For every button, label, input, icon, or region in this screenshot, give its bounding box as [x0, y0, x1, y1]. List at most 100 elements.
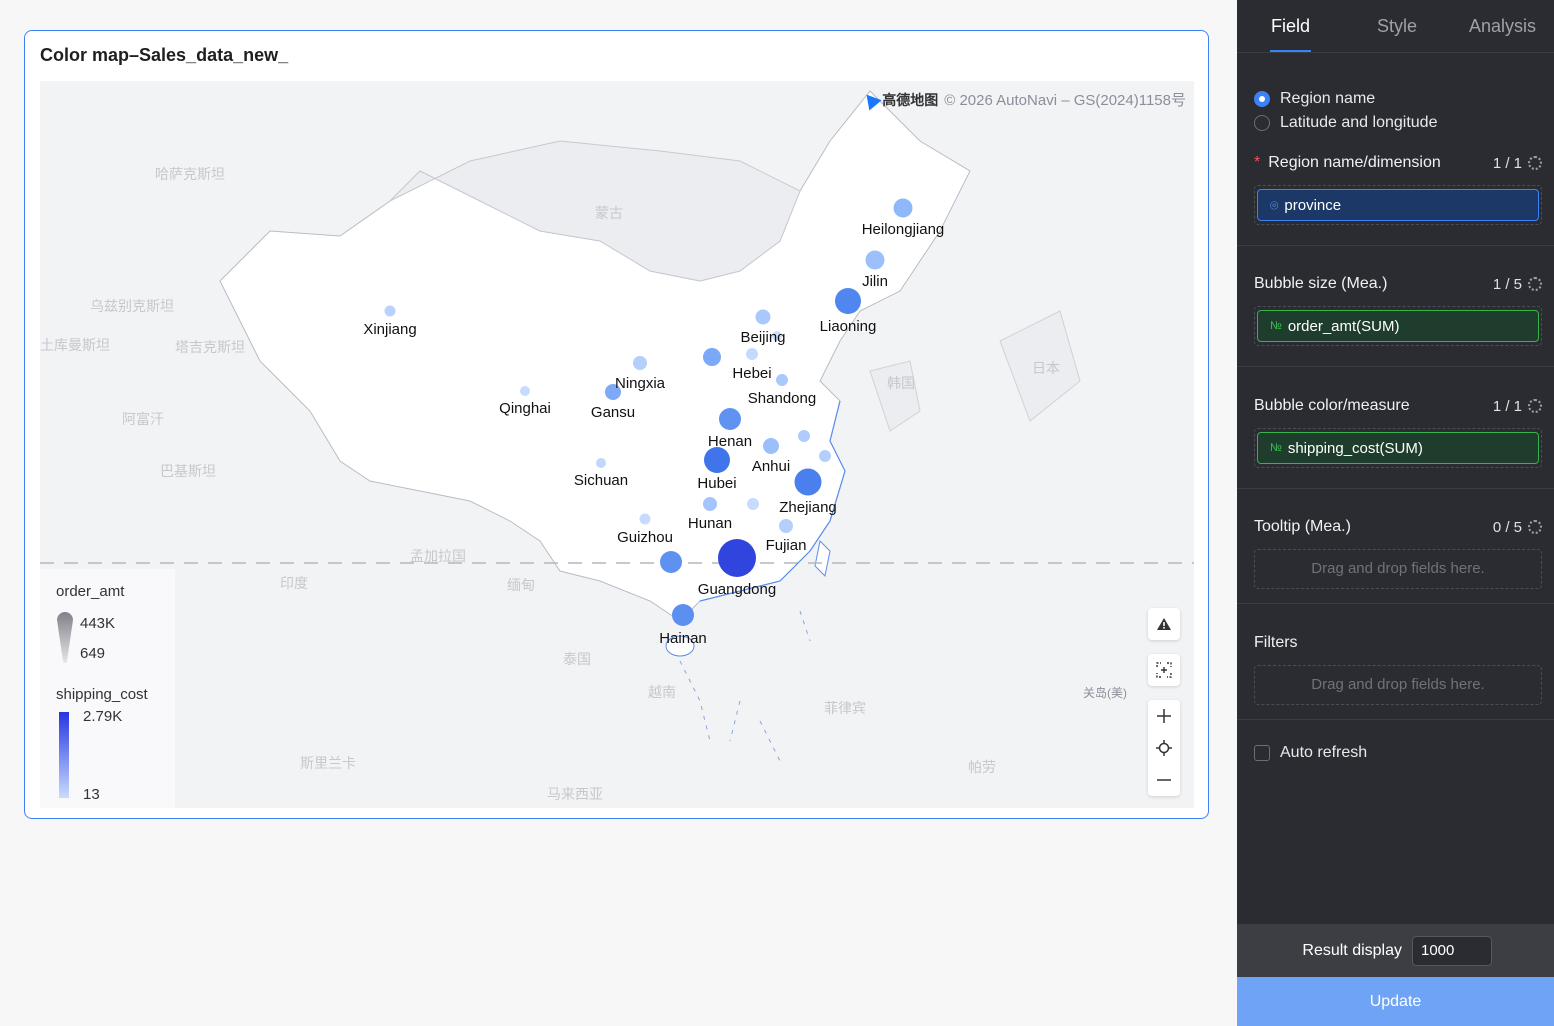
- bubble-color-count: 1 / 1: [1492, 397, 1522, 415]
- color-legend-max: 2.79K: [83, 708, 123, 725]
- map-canvas[interactable]: 高德地图 © 2026 AutoNavi – GS(2024)1158号 哈萨克…: [40, 81, 1194, 808]
- size-legend-title: order_amt: [56, 583, 125, 600]
- size-legend-max: 443K: [80, 615, 116, 632]
- bubble-jilin[interactable]: [865, 250, 885, 270]
- bubble-guangdong[interactable]: [718, 539, 756, 577]
- bubble-hainan[interactable]: [672, 604, 694, 626]
- bubble-henan[interactable]: [719, 408, 741, 430]
- result-display-bar: Result display: [1237, 924, 1554, 977]
- color-legend-title: shipping_cost: [56, 686, 148, 703]
- measure-icon: №: [1270, 320, 1282, 332]
- result-display-input[interactable]: [1412, 935, 1492, 966]
- province-label: Liaoning: [819, 318, 877, 335]
- bg-label: 土库曼斯坦: [40, 337, 110, 353]
- warning-button[interactable]: [1148, 608, 1180, 640]
- chart-card[interactable]: Color map–Sales_data_new_ 高德地图 © 2026 Au…: [24, 30, 1209, 819]
- tab-analysis[interactable]: Analysis: [1469, 16, 1536, 37]
- region-dropzone[interactable]: ⌾ province: [1254, 185, 1542, 225]
- radio-off-icon: [1254, 115, 1270, 131]
- zoom-control: [1148, 700, 1180, 796]
- bubble-qinghai[interactable]: [520, 386, 530, 396]
- bg-label: 日本: [1032, 360, 1060, 376]
- radio-on-icon: [1254, 91, 1270, 107]
- auto-refresh-label: Auto refresh: [1280, 744, 1368, 761]
- bubble-hebei[interactable]: [703, 348, 721, 366]
- bubble-heilongjiang[interactable]: [893, 198, 913, 218]
- bg-label: 泰国: [563, 651, 591, 667]
- bubble-shanghai[interactable]: [819, 450, 831, 462]
- field-pill-shipping-cost[interactable]: № shipping_cost(SUM): [1257, 432, 1539, 464]
- bubble-size-dropzone[interactable]: № order_amt(SUM): [1254, 306, 1542, 346]
- bubble-guangxi[interactable]: [660, 551, 682, 573]
- zoom-in-icon[interactable]: [1148, 700, 1180, 732]
- gear-icon[interactable]: [1528, 277, 1542, 291]
- map-copyright: 高德地图 © 2026 AutoNavi – GS(2024)1158号: [860, 88, 1186, 111]
- province-label: Hunan: [687, 515, 733, 532]
- gear-icon[interactable]: [1528, 520, 1542, 534]
- region-count: 1 / 1: [1492, 154, 1522, 172]
- auto-refresh-toggle[interactable]: Auto refresh: [1254, 744, 1367, 762]
- radio-label: Latitude and longitude: [1280, 114, 1438, 131]
- divider: [1237, 366, 1554, 367]
- bubble-beijing[interactable]: [755, 309, 771, 325]
- dropzone-hint: Drag and drop fields here.: [1311, 676, 1485, 693]
- bubble-fujian[interactable]: [779, 519, 793, 533]
- bubble-sichuan[interactable]: [596, 458, 606, 468]
- bg-label: 印度: [280, 575, 308, 591]
- bg-label: 阿富汗: [122, 411, 164, 427]
- locate-icon[interactable]: [1148, 732, 1180, 764]
- fit-view-button[interactable]: [1148, 654, 1180, 686]
- province-label: Hubei: [697, 475, 737, 492]
- tooltip-label: Tooltip (Mea.): [1254, 518, 1351, 535]
- bubble-size-label: Bubble size (Mea.): [1254, 275, 1388, 292]
- tooltip-dropzone[interactable]: Drag and drop fields here.: [1254, 549, 1542, 589]
- update-button[interactable]: Update: [1237, 977, 1554, 1026]
- province-label: Guizhou: [617, 529, 673, 546]
- field-pill-order-amt[interactable]: № order_amt(SUM): [1257, 310, 1539, 342]
- field-pill-province[interactable]: ⌾ province: [1257, 189, 1539, 221]
- bubble-shanxi[interactable]: [746, 348, 758, 360]
- bubble-color-dropzone[interactable]: № shipping_cost(SUM): [1254, 428, 1542, 468]
- province-label: Heilongjiang: [861, 221, 945, 238]
- province-label: Beijing: [740, 329, 786, 346]
- region-section-header: * Region name/dimension 1 / 1: [1254, 154, 1542, 172]
- bubble-jiangsu[interactable]: [798, 430, 810, 442]
- required-mark: *: [1254, 154, 1261, 171]
- radio-lat-lng[interactable]: Latitude and longitude: [1254, 114, 1437, 132]
- config-panel: Field Style Analysis Region name Latitud…: [1237, 0, 1554, 1026]
- gear-icon[interactable]: [1528, 156, 1542, 170]
- bg-label: 孟加拉国: [410, 548, 466, 564]
- bubble-guizhou[interactable]: [639, 513, 651, 525]
- active-tab-indicator: [1270, 50, 1311, 52]
- bubble-hubei[interactable]: [704, 447, 730, 473]
- field-pill-label: order_amt(SUM): [1287, 317, 1400, 335]
- province-label: Gansu: [590, 404, 636, 421]
- tooltip-section-header: Tooltip (Mea.) 0 / 5: [1254, 518, 1542, 536]
- zoom-out-icon[interactable]: [1148, 764, 1180, 796]
- bg-label: 越南: [648, 684, 676, 700]
- province-label: Ningxia: [614, 375, 666, 392]
- bubble-liaoning[interactable]: [835, 288, 861, 314]
- bubble-shandong[interactable]: [776, 374, 788, 386]
- bubble-color-label: Bubble color/measure: [1254, 397, 1410, 414]
- field-pill-label: shipping_cost(SUM): [1287, 439, 1423, 457]
- bubble-jiangxi[interactable]: [747, 498, 759, 510]
- bg-label: 菲律宾: [824, 700, 866, 716]
- gear-icon[interactable]: [1528, 399, 1542, 413]
- bubble-hunan[interactable]: [703, 497, 717, 511]
- filters-dropzone[interactable]: Drag and drop fields here.: [1254, 665, 1542, 705]
- tab-field[interactable]: Field: [1271, 16, 1310, 37]
- bubble-zhejiang[interactable]: [794, 468, 822, 496]
- bubble-xinjiang[interactable]: [384, 305, 396, 317]
- warning-icon: [1148, 608, 1180, 640]
- bg-label: 塔吉克斯坦: [175, 339, 245, 355]
- bg-label: 关岛(美): [1083, 686, 1127, 700]
- bubble-color-section-header: Bubble color/measure 1 / 1: [1254, 397, 1542, 415]
- bg-label: 帕劳: [968, 759, 996, 775]
- bubble-anhui[interactable]: [763, 438, 779, 454]
- bg-label: 蒙古: [595, 205, 623, 221]
- size-legend-min: 649: [80, 645, 106, 662]
- bubble-ningxia[interactable]: [633, 356, 647, 370]
- tab-style[interactable]: Style: [1377, 16, 1417, 37]
- radio-region-name[interactable]: Region name: [1254, 90, 1375, 108]
